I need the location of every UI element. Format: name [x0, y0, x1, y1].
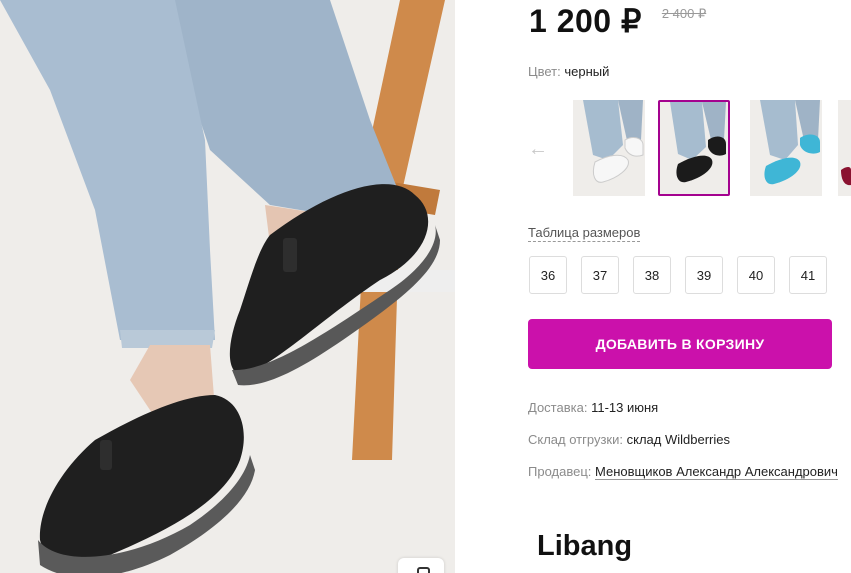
warehouse-value: склад Wildberries	[626, 432, 730, 447]
color-thumbnail-burgundy[interactable]	[838, 100, 851, 196]
zoom-button[interactable]	[398, 558, 444, 573]
zoom-icon	[417, 567, 430, 573]
warehouse-label: Склад отгрузки:	[528, 432, 623, 447]
warehouse-info: Склад отгрузки: склад Wildberries	[528, 432, 730, 447]
size-option[interactable]: 40	[737, 256, 775, 294]
delivery-label: Доставка:	[528, 400, 588, 415]
color-info: Цвет: черный	[528, 64, 609, 79]
size-option[interactable]: 36	[529, 256, 567, 294]
size-table-link[interactable]: Таблица размеров	[528, 225, 641, 242]
color-value: черный	[564, 64, 610, 79]
seller-label: Продавец:	[528, 464, 592, 479]
seller-link[interactable]: Меновщиков Александр Александрович	[595, 464, 838, 480]
brand-name[interactable]: Libang	[537, 530, 632, 563]
gallery-prev-arrow[interactable]: ←	[528, 139, 548, 159]
size-option[interactable]: 37	[581, 256, 619, 294]
seller-info: Продавец: Меновщиков Александр Александр…	[528, 464, 838, 480]
color-label: Цвет:	[528, 64, 561, 79]
add-to-cart-button[interactable]: ДОБАВИТЬ В КОРЗИНУ	[528, 319, 832, 369]
delivery-info: Доставка: 11-13 июня	[528, 400, 658, 415]
color-thumbnail-white[interactable]	[573, 100, 645, 196]
size-option[interactable]: 38	[633, 256, 671, 294]
product-main-image[interactable]	[0, 0, 455, 573]
color-thumbnail-black[interactable]	[658, 100, 730, 196]
delivery-value: 11-13 июня	[591, 400, 659, 415]
size-option[interactable]: 39	[685, 256, 723, 294]
size-option[interactable]: 41	[789, 256, 827, 294]
price-block: 1 200 ₽ 2 400 ₽	[529, 2, 706, 42]
current-price: 1 200 ₽	[529, 3, 642, 39]
old-price: 2 400 ₽	[661, 6, 707, 21]
color-thumbnail-turquoise[interactable]	[750, 100, 822, 196]
